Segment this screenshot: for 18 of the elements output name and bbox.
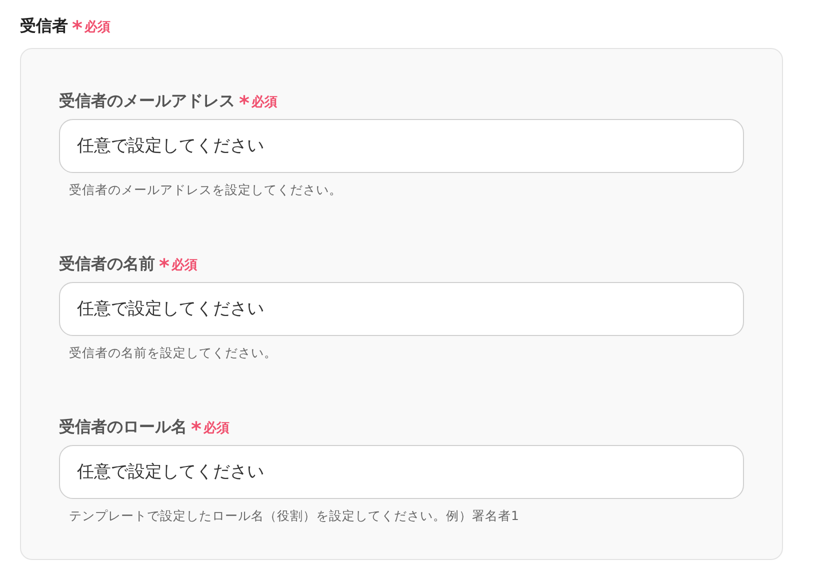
required-asterisk: *: [72, 18, 82, 38]
required-asterisk: *: [239, 93, 250, 113]
required-text: 必須: [251, 94, 278, 112]
input-field[interactable]: 任意で設定してください: [59, 119, 744, 173]
required-text: 必須: [84, 18, 110, 37]
required-text: 必須: [171, 256, 198, 275]
help-text: 受信者のメールアドレスを設定してください。: [69, 181, 343, 199]
field-label: 受信者のロール名: [59, 416, 187, 438]
field-label: 受信者の名前: [59, 252, 155, 275]
required-text: 必須: [203, 420, 230, 438]
section-label: 受信者: [20, 15, 68, 37]
field-label: 受信者のメールアドレス: [59, 90, 235, 112]
input-field[interactable]: 任意で設定してください: [59, 444, 744, 498]
help-text: 受信者の名前を設定してください。: [69, 344, 278, 362]
required-asterisk: *: [191, 418, 202, 438]
help-text: テンプレートで設定したロール名（役割）を設定してください。例）署名者1: [69, 506, 520, 524]
required-asterisk: *: [159, 256, 170, 276]
input-field[interactable]: 任意で設定してください: [59, 282, 744, 336]
